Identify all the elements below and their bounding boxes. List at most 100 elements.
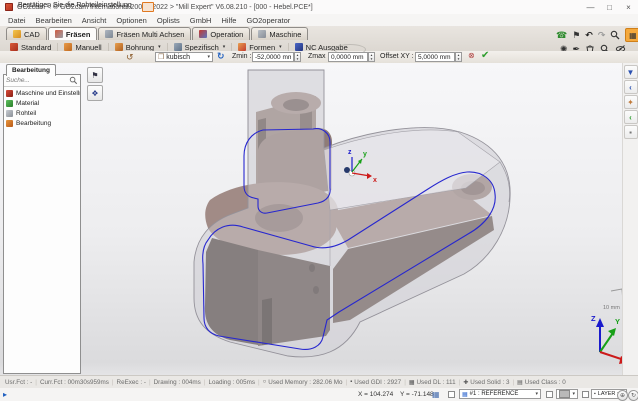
mill-icon bbox=[55, 30, 63, 38]
close-button[interactable]: × bbox=[619, 0, 638, 14]
reference-checkbox[interactable] bbox=[448, 391, 455, 398]
menu-ansicht[interactable]: Ansicht bbox=[77, 16, 112, 25]
menu-datei[interactable]: Datei bbox=[3, 16, 31, 25]
color-swatch-select[interactable]: ▾ bbox=[556, 389, 578, 399]
zmax-input[interactable] bbox=[328, 52, 368, 62]
search-input[interactable] bbox=[4, 77, 69, 84]
flag-tool-button[interactable]: ⚑ bbox=[87, 67, 103, 83]
menu-optionen[interactable]: Optionen bbox=[111, 16, 151, 25]
layer-checkbox[interactable] bbox=[582, 391, 589, 398]
offset-xy-input[interactable] bbox=[415, 52, 455, 62]
material-icon bbox=[6, 100, 13, 107]
viewport[interactable]: z y x 10 mm Z Y X bbox=[0, 63, 622, 375]
machine-settings-icon bbox=[6, 90, 13, 97]
manuell-icon bbox=[64, 43, 72, 51]
reset-icon[interactable]: ⊗ bbox=[468, 51, 475, 60]
svg-text:Z: Z bbox=[591, 314, 596, 323]
menu-gmbh[interactable]: GmbH bbox=[185, 16, 217, 25]
separator: | bbox=[112, 379, 114, 386]
zoom-icon[interactable] bbox=[610, 29, 620, 41]
nc-ausgabe-icon bbox=[295, 43, 303, 51]
reference-select[interactable]: ▦ #1 : REFERENCE ▾ bbox=[459, 389, 541, 399]
reload-stock-icon[interactable]: ↻ bbox=[217, 51, 225, 62]
menu-bearbeiten[interactable]: Bearbeiten bbox=[31, 16, 77, 25]
machining-tree: Maschine und Einstellmaße Material Rohte… bbox=[6, 88, 80, 128]
standard-icon bbox=[10, 43, 18, 51]
rohteil-icon bbox=[6, 110, 13, 117]
stock-type-select[interactable]: ❒ kubisch ▾ bbox=[155, 52, 213, 62]
menu-oplists[interactable]: Oplists bbox=[152, 16, 185, 25]
confirm-check-icon[interactable]: ✔ bbox=[481, 50, 489, 61]
class-icon: ▤ bbox=[517, 379, 523, 386]
separator: | bbox=[512, 379, 514, 386]
flag-icon[interactable]: ⚑ bbox=[572, 29, 580, 41]
zmin-stepper[interactable]: ▴ ▾ bbox=[294, 52, 301, 62]
stock-overlay bbox=[194, 70, 510, 357]
refresh-view-icon[interactable]: ↻ bbox=[628, 390, 638, 401]
status-drawing: Drawing : 004ms bbox=[154, 379, 201, 386]
panel-tab-bearbeitung[interactable]: Bearbeitung bbox=[6, 64, 56, 76]
status-reexec: ReExec : - bbox=[117, 379, 146, 386]
svg-text:x: x bbox=[373, 177, 377, 184]
search-icon bbox=[69, 76, 78, 85]
machining-panel: Maschine und Einstellmaße Material Rohte… bbox=[3, 74, 81, 374]
collapse-green-icon[interactable]: ‹ bbox=[624, 110, 638, 124]
spezifisch-icon bbox=[174, 43, 182, 51]
calculator-icon[interactable]: ▦ bbox=[625, 28, 638, 42]
svg-text:10 mm: 10 mm bbox=[603, 305, 620, 311]
svg-text:y: y bbox=[363, 151, 367, 158]
y-coordinate: Y = -71.148 bbox=[400, 391, 434, 398]
minimize-button[interactable]: — bbox=[581, 0, 600, 14]
separator: | bbox=[35, 379, 37, 386]
tab-label: Operation bbox=[210, 30, 243, 39]
tree-item-material[interactable]: Material bbox=[6, 98, 80, 108]
zmax-stepper[interactable]: ▴ ▾ bbox=[368, 52, 375, 62]
tab-operation[interactable]: Operation bbox=[192, 27, 250, 40]
spin-down-icon[interactable]: ▾ bbox=[297, 57, 299, 61]
offset-xy-label: Offset XY : bbox=[380, 53, 414, 60]
separator: | bbox=[346, 379, 348, 386]
tab-fraesen[interactable]: Fräsen bbox=[48, 27, 98, 40]
refresh-stock-icon[interactable]: ↺ bbox=[126, 52, 134, 63]
tree-item-bearbeitung[interactable]: Bearbeitung bbox=[6, 118, 80, 128]
zoom-fit-icon[interactable]: ⊕ bbox=[617, 390, 628, 401]
reference-value: #1 : REFERENCE bbox=[470, 391, 534, 397]
stock-type-value: kubisch bbox=[166, 54, 205, 61]
undo-icon[interactable]: ↶ bbox=[585, 29, 593, 41]
tab-maschine[interactable]: Maschine bbox=[251, 27, 308, 40]
nc-tool-button[interactable]: ❖ bbox=[87, 85, 103, 101]
bearbeitung-icon bbox=[6, 120, 13, 127]
stock-box-icon[interactable] bbox=[142, 2, 154, 12]
collapse-blue-icon[interactable]: ‹ bbox=[624, 80, 638, 94]
separator: | bbox=[149, 379, 151, 386]
status-usr-fct: Usr.Fct : - bbox=[5, 379, 32, 386]
chevron-down-icon: ▾ bbox=[572, 391, 575, 397]
tree-item-label: Rohteil bbox=[16, 110, 36, 117]
tree-item-rohteil[interactable]: Rohteil bbox=[6, 108, 80, 118]
grid-toggle-icon[interactable]: ▦ bbox=[432, 390, 440, 399]
phone-icon[interactable]: ☎ bbox=[556, 29, 567, 41]
spin-down-icon[interactable]: ▾ bbox=[458, 57, 460, 61]
maximize-button[interactable]: □ bbox=[600, 0, 619, 14]
prompt-label: Bestätigen Sie die Rohteileinstellung bbox=[18, 2, 132, 9]
tool-icon[interactable]: ✦ bbox=[624, 95, 638, 109]
color-checkbox[interactable] bbox=[546, 391, 553, 398]
menu-go2operator[interactable]: GO2operator bbox=[241, 16, 295, 25]
capture-icon[interactable]: ▪ bbox=[624, 125, 638, 139]
menu-hilfe[interactable]: Hilfe bbox=[216, 16, 241, 25]
status-loading: Loading : 005ms bbox=[208, 379, 255, 386]
tree-item-maschine[interactable]: Maschine und Einstellmaße bbox=[6, 88, 80, 98]
tab-fraesen-multi-achsen[interactable]: Fräsen Multi Achsen bbox=[98, 27, 191, 40]
chevron-down-icon: ▾ bbox=[535, 391, 538, 397]
zmin-input[interactable] bbox=[252, 52, 294, 62]
operation-icon bbox=[199, 30, 207, 38]
redo-icon[interactable]: ↷ bbox=[598, 29, 606, 41]
spin-down-icon[interactable]: ▾ bbox=[371, 57, 373, 61]
filter-icon[interactable]: ▼ bbox=[624, 65, 638, 79]
offset-xy-stepper[interactable]: ▴ ▾ bbox=[455, 52, 462, 62]
cad-icon bbox=[13, 30, 21, 38]
layer-icon: ▪ bbox=[594, 391, 596, 397]
reference-icon: ▦ bbox=[462, 391, 468, 398]
tab-cad[interactable]: CAD bbox=[6, 27, 47, 40]
info-icon[interactable]: ▸ bbox=[3, 390, 7, 399]
